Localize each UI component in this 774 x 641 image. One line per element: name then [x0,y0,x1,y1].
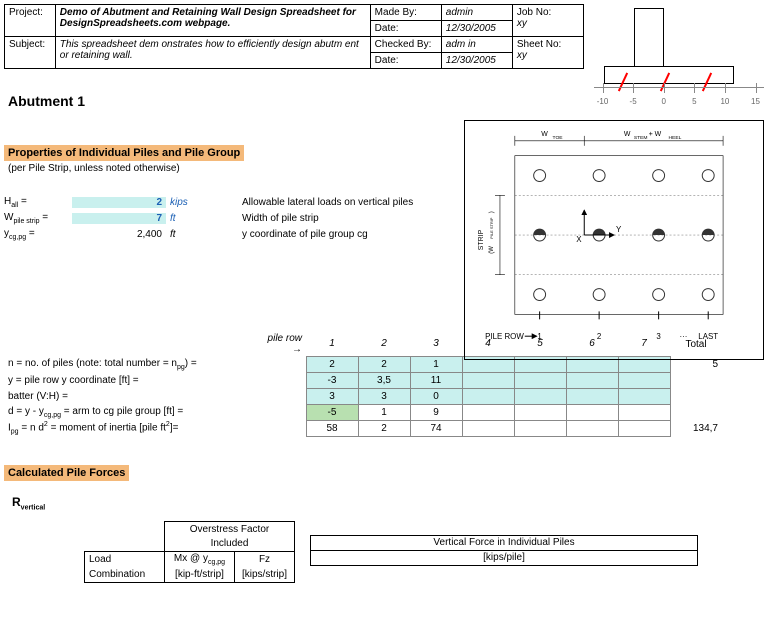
svg-text:STEM: STEM [634,135,648,141]
hall-label: Hall = [4,196,72,209]
project-value: Demo of Abutment and Retaining Wall Desi… [55,5,370,37]
svg-text:W: W [541,131,548,138]
svg-text:3: 3 [656,332,661,341]
date2-value: 12/30/2005 [441,53,512,69]
svg-text:PILE STRIP: PILE STRIP [489,217,494,239]
date1-label: Date: [370,21,441,37]
svg-text:···: ··· [679,332,687,341]
cross-section-diagram: -10 -5 0 5 10 15 [594,8,764,98]
svg-text:W: W [624,131,631,138]
props-header: Properties of Individual Piles and Pile … [4,145,244,161]
header-block: Project: Demo of Abutment and Retaining … [4,4,584,69]
svg-text:LAST: LAST [698,332,718,341]
r-vertical-label: Rvertical [12,495,770,511]
date1-value: 12/30/2005 [441,21,512,37]
jobno-label: Job No:xy [512,5,583,37]
hall-unit: kips [166,197,202,208]
svg-text:Y: Y [616,225,622,234]
row-d: d = y - ycg,pg = arm to cg pile group [f… [4,404,722,420]
subject-label: Subject: [5,37,56,69]
date2-label: Date: [370,53,441,69]
svg-text:X: X [576,235,582,244]
wps-label: Wpile strip = [4,212,72,225]
svg-text:(W: (W [489,246,495,254]
svg-text:2: 2 [597,332,601,341]
checkedby-label: Checked By: [370,37,441,53]
row-batter: batter (V:H) = 3 3 0 [4,388,722,404]
row-I: Ipg = n d2 = moment of inertia [pile ft2… [4,420,722,436]
calc-forces-header: Calculated Pile Forces [4,465,129,481]
hall-desc: Allowable lateral loads on vertical pile… [202,197,413,208]
svg-text:PILE ROW: PILE ROW [485,332,524,341]
madeby-label: Made By: [370,5,441,21]
ycg-value: 2,400 [72,229,166,240]
row-y: y = pile row y coordinate [ft] = -3 3,5 … [4,372,722,388]
pilerow-label: pile row → [260,332,306,356]
svg-text:1: 1 [537,332,542,341]
sheetno-label: Sheet No:xy [512,37,583,69]
ycg-desc: y coordinate of pile group cg [202,229,368,240]
svg-text:HEEL: HEEL [669,135,682,141]
svg-text:): ) [489,211,495,213]
vertical-force-table: Vertical Force in Individual Piles [kips… [310,535,698,566]
load-combination-table: Overstress Factor Included Load Mx @ ycg… [84,521,295,583]
svg-text:+ W: + W [649,131,662,138]
hall-value[interactable]: 2 [72,197,166,208]
wps-unit: ft [166,213,202,224]
wps-value[interactable]: 7 [72,213,166,224]
checkedby-value: adm in [441,37,512,53]
subject-value: This spreadsheet dem onstrates how to ef… [55,37,370,69]
madeby-value: admin [441,5,512,21]
ycg-label: ycg,pg = [4,228,72,241]
svg-text:STRIP: STRIP [478,229,485,250]
pile-group-diagram: WTOE WSTEM + WHEEL STRIP (W PILE STRIP )… [464,120,764,360]
wps-desc: Width of pile strip [202,213,319,224]
svg-text:TOE: TOE [553,135,564,141]
ycg-unit: ft [166,229,202,240]
project-label: Project: [5,5,56,37]
